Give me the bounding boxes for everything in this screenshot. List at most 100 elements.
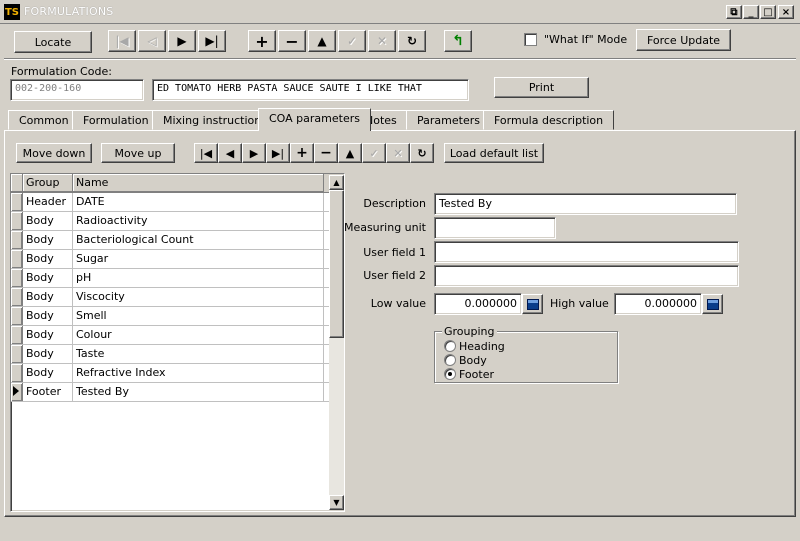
cell-name[interactable]: Tested By <box>73 383 324 401</box>
row-indicator[interactable] <box>11 345 23 363</box>
cell-name[interactable]: Taste <box>73 345 324 363</box>
scroll-up-icon[interactable]: ▲ <box>329 175 344 190</box>
last-record-icon[interactable]: ▶| <box>198 30 226 52</box>
table-row[interactable]: Body Taste <box>11 345 344 364</box>
table-row[interactable]: Body Smell <box>11 307 344 326</box>
tab-formula-description[interactable]: Formula description <box>483 110 615 130</box>
cell-group[interactable]: Body <box>23 288 73 306</box>
minimize-button[interactable]: _ <box>743 5 759 19</box>
grid-scrollbar[interactable]: ▲ ▼ <box>329 175 344 510</box>
cancel-edit-icon[interactable]: ✕ <box>368 30 396 52</box>
row-indicator[interactable] <box>11 231 23 249</box>
next-record-icon[interactable]: ▶ <box>168 30 196 52</box>
low-value-calculator-button[interactable] <box>522 294 543 314</box>
table-row[interactable]: Body Colour <box>11 326 344 345</box>
user-field-2[interactable] <box>434 265 739 287</box>
cell-name[interactable]: pH <box>73 269 324 287</box>
load-default-list-button[interactable]: Load default list <box>444 143 544 163</box>
table-row[interactable]: Body Radioactivity <box>11 212 344 231</box>
delete-record-icon[interactable]: − <box>278 30 306 52</box>
grid-first-icon[interactable]: |◀ <box>194 143 218 163</box>
maximize-button[interactable]: □ <box>760 5 776 19</box>
high-value-field[interactable]: 0.000000 <box>614 293 702 315</box>
first-record-icon[interactable]: |◀ <box>108 30 136 52</box>
cell-group[interactable]: Body <box>23 231 73 249</box>
low-value-field[interactable]: 0.000000 <box>434 293 522 315</box>
grid-delete-icon[interactable]: − <box>314 143 338 163</box>
cell-name[interactable]: Bacteriological Count <box>73 231 324 249</box>
row-indicator[interactable] <box>11 288 23 306</box>
measuring-unit-field[interactable] <box>434 217 556 239</box>
radio-button[interactable] <box>444 340 456 352</box>
row-indicator[interactable] <box>11 383 23 401</box>
post-edit-icon[interactable]: ✓ <box>338 30 366 52</box>
cell-name[interactable]: Radioactivity <box>73 212 324 230</box>
user-field-1[interactable] <box>434 241 739 263</box>
cell-name[interactable]: Smell <box>73 307 324 325</box>
radio-button[interactable] <box>444 368 456 380</box>
cell-group[interactable]: Footer <box>23 383 73 401</box>
grid-insert-icon[interactable]: + <box>290 143 314 163</box>
cell-name[interactable]: DATE <box>73 193 324 211</box>
tab-coa-parameters[interactable]: COA parameters <box>258 108 371 131</box>
table-row[interactable]: Body Bacteriological Count <box>11 231 344 250</box>
edit-record-icon[interactable]: ▲ <box>308 30 336 52</box>
scroll-thumb[interactable] <box>329 190 344 338</box>
column-header-group[interactable]: Group <box>23 174 73 192</box>
table-row[interactable]: Footer Tested By <box>11 383 344 402</box>
cell-group[interactable]: Body <box>23 269 73 287</box>
cell-group[interactable]: Body <box>23 364 73 382</box>
tab-parameters[interactable]: Parameters <box>406 110 491 130</box>
table-row[interactable]: Body Sugar <box>11 250 344 269</box>
move-up-button[interactable]: Move up <box>101 143 175 163</box>
grid-edit-icon[interactable]: ▲ <box>338 143 362 163</box>
what-if-checkbox[interactable] <box>524 33 537 46</box>
return-icon[interactable]: ↰ <box>444 30 472 52</box>
row-indicator[interactable] <box>11 326 23 344</box>
refresh-icon[interactable]: ↻ <box>398 30 426 52</box>
cell-group[interactable]: Body <box>23 345 73 363</box>
grouping-option[interactable]: Body <box>444 353 505 367</box>
table-row[interactable]: Body Refractive Index <box>11 364 344 383</box>
formulation-name-field[interactable]: ED TOMATO HERB PASTA SAUCE SAUTE I LIKE … <box>152 79 469 101</box>
row-indicator[interactable] <box>11 269 23 287</box>
row-indicator[interactable] <box>11 307 23 325</box>
table-row[interactable]: Body Viscocity <box>11 288 344 307</box>
grid-refresh-icon[interactable]: ↻ <box>410 143 434 163</box>
force-update-button[interactable]: Force Update <box>636 29 731 51</box>
row-indicator[interactable] <box>11 364 23 382</box>
scroll-down-icon[interactable]: ▼ <box>329 495 344 510</box>
grid-cancel-icon[interactable]: ✕ <box>386 143 410 163</box>
radio-button[interactable] <box>444 354 456 366</box>
cell-name[interactable]: Viscocity <box>73 288 324 306</box>
close-button[interactable]: × <box>778 5 794 19</box>
cell-name[interactable]: Refractive Index <box>73 364 324 382</box>
print-button[interactable]: Print <box>494 77 589 98</box>
grouping-option[interactable]: Heading <box>444 339 505 353</box>
cell-name[interactable]: Sugar <box>73 250 324 268</box>
cell-group[interactable]: Body <box>23 307 73 325</box>
formulation-code-field[interactable]: 002-200-160 <box>10 79 144 101</box>
cell-group[interactable]: Header <box>23 193 73 211</box>
cell-name[interactable]: Colour <box>73 326 324 344</box>
column-header-name[interactable]: Name <box>73 174 324 192</box>
table-row[interactable]: Body pH <box>11 269 344 288</box>
table-row[interactable]: Header DATE <box>11 193 344 212</box>
cell-group[interactable]: Body <box>23 326 73 344</box>
coa-grid[interactable]: Group Name Header DATE Body Radioactivity Bo… <box>10 173 345 512</box>
grid-next-icon[interactable]: ▶ <box>242 143 266 163</box>
high-value-calculator-button[interactable] <box>702 294 723 314</box>
insert-record-icon[interactable]: + <box>248 30 276 52</box>
grid-post-icon[interactable]: ✓ <box>362 143 386 163</box>
description-field[interactable]: Tested By <box>434 193 737 215</box>
restore-icon[interactable]: ⧉ <box>726 5 742 19</box>
cell-group[interactable]: Body <box>23 212 73 230</box>
move-down-button[interactable]: Move down <box>16 143 92 163</box>
prior-record-icon[interactable]: ◁ <box>138 30 166 52</box>
grid-prior-icon[interactable]: ◀ <box>218 143 242 163</box>
row-indicator[interactable] <box>11 212 23 230</box>
tab-formulation[interactable]: Formulation <box>72 110 160 130</box>
grouping-option[interactable]: Footer <box>444 367 505 381</box>
row-indicator[interactable] <box>11 250 23 268</box>
grid-last-icon[interactable]: ▶| <box>266 143 290 163</box>
